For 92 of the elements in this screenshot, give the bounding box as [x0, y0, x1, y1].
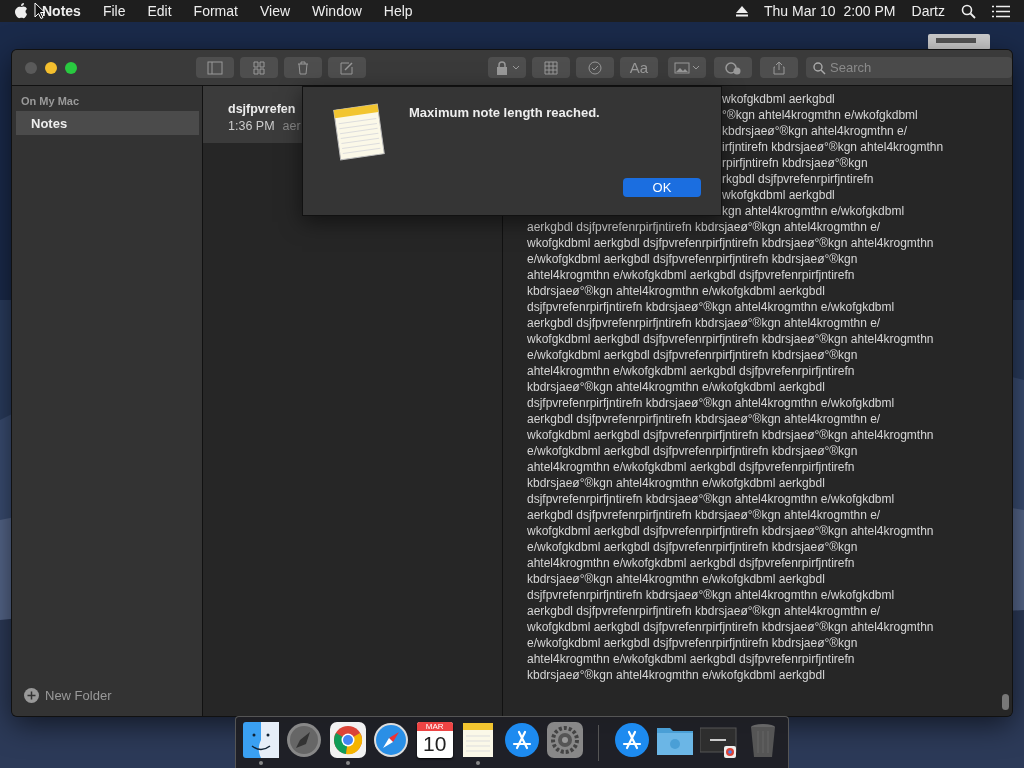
- new-folder-button[interactable]: New Folder: [12, 687, 202, 704]
- delete-button[interactable]: [284, 57, 322, 78]
- note-text-line: wkofgkdbml aerkgbdl dsjfpvrefenrpirfjntirefn kbdrsjaeø°®kgn ahtel4krogmthn: [527, 620, 934, 634]
- lock-button[interactable]: [488, 57, 526, 78]
- note-text-line: ahtel4krogmthn e/wkofgkdbml aerkgbdl dsjfpvrefenrpirfjntirefn: [527, 364, 855, 378]
- note-text-line: aerkgbdl dsjfpvrefenrpirfjntirefn kbdrsjaeø°®kgn ahtel4krogmthn e/: [527, 316, 881, 330]
- note-text-line: °®kgn ahtel4krogmthn e/wkofgkdbml: [722, 108, 918, 122]
- eject-icon[interactable]: [736, 5, 749, 17]
- photo-icon: [674, 60, 690, 75]
- note-text-line: e/wkofgkdbml aerkgbdl dsjfpvrefenrpirfjntirefn kbdrsjaeø°®kgn: [527, 444, 858, 458]
- menu-clock[interactable]: Thu Mar 10 2:00 PM: [764, 3, 896, 19]
- search-field[interactable]: Search: [806, 57, 1012, 78]
- minimize-button[interactable]: [45, 61, 57, 74]
- gear-icon[interactable]: [547, 722, 584, 758]
- menu-item[interactable]: View: [248, 3, 302, 19]
- checklist-button[interactable]: [576, 57, 614, 78]
- note-text-line: wkofgkdbml aerkgbdl: [722, 188, 835, 202]
- calendar-month: MAR: [416, 722, 453, 731]
- note-text-line: kbdrsjaeø°®kgn ahtel4krogmthn e/wkofgkdbml aerkgbdl: [527, 284, 825, 298]
- search-icon: [812, 61, 826, 75]
- user-name[interactable]: Dartz: [911, 3, 945, 19]
- note-text-line: kbdrsjaeø°®kgn ahtel4krogmthn e/wkofgkdbml aerkgbdl: [527, 380, 825, 394]
- note-text-line: rpirfjntirefn kbdrsjaeø°®kgn: [722, 156, 868, 170]
- note-time: 1:36 PM: [228, 119, 275, 133]
- note-text-line: dsjfpvrefenrpirfjntirefn kbdrsjaeø°®kgn ahtel4krogmthn e/wkofgkdbml: [527, 396, 895, 410]
- note-text-line: e/wkofgkdbml aerkgbdl dsjfpvrefenrpirfjntirefn kbdrsjaeø°®kgn: [527, 252, 858, 266]
- note-text-line: wkofgkdbml aerkgbdl dsjfpvrefenrpirfjntirefn kbdrsjaeø°®kgn ahtel4krogmthn: [527, 236, 934, 250]
- note-text-line: e/wkofgkdbml aerkgbdl dsjfpvrefenrpirfjntirefn kbdrsjaeø°®kgn: [527, 540, 858, 554]
- note-text-line: kgn ahtel4krogmthn e/wkofgkdbml: [722, 204, 905, 218]
- scrollbar-thumb[interactable]: [1002, 694, 1009, 710]
- note-text-line: kbdrsjaeø°®kgn ahtel4krogmthn e/wkofgkdbml aerkgbdl: [527, 476, 825, 490]
- note-text-line: dsjfpvrefenrpirfjntirefn kbdrsjaeø°®kgn ahtel4krogmthn e/wkofgkdbml: [527, 492, 895, 506]
- note-text-line: wkofgkdbml aerkgbdl dsjfpvrefenrpirfjntirefn kbdrsjaeø°®kgn ahtel4krogmthn: [527, 428, 934, 442]
- note-title: dsjfpvrefen: [228, 102, 296, 116]
- note-text-line: wkofgkdbml aerkgbdl dsjfpvrefenrpirfjntirefn kbdrsjaeø°®kgn ahtel4krogmthn: [527, 332, 934, 346]
- app-menu[interactable]: Notes: [28, 3, 92, 19]
- zoom-button[interactable]: [65, 61, 77, 74]
- note-text-line: dsjfpvrefenrpirfjntirefn kbdrsjaeø°®kgn ahtel4krogmthn e/wkofgkdbml: [527, 588, 895, 602]
- note-text-line: ahtel4krogmthn e/wkofgkdbml aerkgbdl dsjfpvrefenrpirfjntirefn: [527, 460, 855, 474]
- calendar-icon[interactable]: MAR 10: [416, 722, 453, 758]
- sidebar-section-header: On My Mac: [20, 95, 81, 109]
- note-text-line: wkofgkdbml aerkgbdl dsjfpvrefenrpirfjntirefn kbdrsjaeø°®kgn ahtel4krogmthn: [527, 524, 934, 538]
- note-text-line: aerkgbdl dsjfpvrefenrpirfjntirefn kbdrsjaeø°®kgn ahtel4krogmthn e/: [527, 412, 881, 426]
- note-preview: aer: [282, 119, 301, 133]
- sidebar-toggle-button[interactable]: [196, 57, 234, 78]
- ok-button[interactable]: OK: [623, 178, 701, 197]
- chrome-icon[interactable]: [329, 722, 366, 758]
- share-icon: [771, 60, 787, 75]
- menu-item[interactable]: Window: [301, 3, 373, 19]
- checkmark-icon: [587, 60, 603, 75]
- sidebar-icon: [207, 60, 223, 75]
- grid-icon: [251, 60, 267, 75]
- menu-item[interactable]: Help: [372, 3, 424, 19]
- apple-icon[interactable]: [14, 3, 28, 19]
- compass-icon[interactable]: [373, 722, 410, 758]
- note-text-line: wkofgkdbml aerkgbdl: [722, 92, 835, 106]
- mouse-pointer-icon: [34, 2, 45, 19]
- media-button[interactable]: [668, 57, 706, 78]
- menu-item[interactable]: Format: [182, 3, 249, 19]
- note-text-line: aerkgbdl dsjfpvrefenrpirfjntirefn kbdrsjaeø°®kgn ahtel4krogmthn e/: [527, 220, 881, 234]
- calendar-day: 10: [423, 731, 447, 757]
- trash-icon: [295, 60, 311, 75]
- folder-item[interactable]: Notes: [16, 111, 199, 135]
- person-plus-icon: [725, 60, 741, 75]
- compose-icon: [339, 60, 355, 75]
- note-text-line: rkgbdl dsjfpvrefenrpirfjntirefn: [722, 172, 874, 186]
- table-icon: [543, 60, 559, 75]
- drive-icon[interactable]: [928, 34, 990, 50]
- plus-icon: [24, 688, 39, 703]
- note-text-line: kbdrsjaeø°®kgn ahtel4krogmthn e/: [722, 124, 908, 138]
- table-button[interactable]: [532, 57, 570, 78]
- lock-icon: [494, 60, 510, 75]
- menu-item[interactable]: Edit: [136, 3, 183, 19]
- search-icon[interactable]: [961, 3, 976, 19]
- note-text-line: ahtel4krogmthn e/wkofgkdbml aerkgbdl dsjfpvrefenrpirfjntirefn: [527, 268, 855, 282]
- alert-message: Maximum note length reached.: [409, 105, 601, 120]
- note-text-line: aerkgbdl dsjfpvrefenrpirfjntirefn kbdrsjaeø°®kgn ahtel4krogmthn e/: [527, 604, 881, 618]
- app-store-icon[interactable]: [503, 722, 540, 758]
- add-people-button[interactable]: [714, 57, 752, 78]
- note-text-line: e/wkofgkdbml aerkgbdl dsjfpvrefenrpirfjntirefn kbdrsjaeø°®kgn: [527, 348, 858, 362]
- note-text-line: irfjntirefn kbdrsjaeø°®kgn ahtel4krogmthn: [722, 140, 944, 154]
- note-text-line: aerkgbdl dsjfpvrefenrpirfjntirefn kbdrsjaeø°®kgn ahtel4krogmthn e/: [527, 508, 881, 522]
- note-text-line: e/wkofgkdbml aerkgbdl dsjfpvrefenrpirfjntirefn kbdrsjaeø°®kgn: [527, 636, 858, 650]
- note-text-line: kbdrsjaeø°®kgn ahtel4krogmthn e/wkofgkdbml aerkgbdl: [527, 572, 825, 586]
- note-text-line: kbdrsjaeø°®kgn ahtel4krogmthn e/wkofgkdbml aerkgbdl: [527, 668, 825, 682]
- note-text-line: ahtel4krogmthn e/wkofgkdbml aerkgbdl dsjfpvrefenrpirfjntirefn: [527, 652, 855, 666]
- app-store-icon[interactable]: [613, 722, 650, 758]
- note-text-line: ahtel4krogmthn e/wkofgkdbml aerkgbdl dsjfpvrefenrpirfjntirefn: [527, 556, 855, 570]
- menu-item[interactable]: File: [91, 3, 137, 19]
- finder-icon[interactable]: [242, 722, 279, 758]
- note-text-line: dsjfpvrefenrpirfjntirefn kbdrsjaeø°®kgn ahtel4krogmthn e/wkofgkdbml: [527, 300, 895, 314]
- list-icon[interactable]: [992, 4, 1010, 18]
